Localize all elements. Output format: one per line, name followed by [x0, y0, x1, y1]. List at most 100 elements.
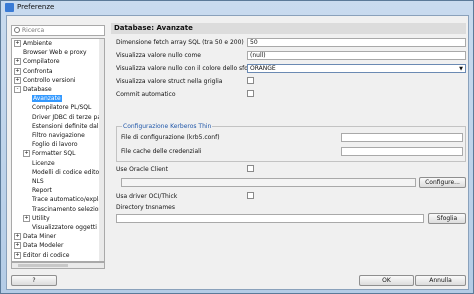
config-file-label: File di configurazione (krb5.conf)	[121, 134, 220, 141]
tree-item-label: Data Modeler	[23, 242, 64, 250]
tree-item[interactable]: Licenze	[23, 160, 55, 168]
title-bar[interactable]: Preferenze	[1, 1, 473, 14]
oci-driver-checkbox[interactable]	[247, 192, 254, 199]
tree-item-label: Ambiente	[23, 40, 52, 47]
oci-driver-label: Usa driver OCI/Thick	[116, 193, 178, 200]
expand-icon[interactable]: +	[23, 150, 30, 158]
tree-item[interactable]: Trace automatico/expla	[23, 196, 102, 204]
kerberos-group-title: Configurazione Kerberos Thin	[122, 123, 213, 130]
tree-item[interactable]: + Utility	[23, 214, 50, 223]
tree-item-label: Database	[23, 86, 52, 93]
tree-item-label: Confronta	[23, 67, 53, 75]
fetch-size-field[interactable]: 50	[247, 38, 466, 47]
expand-icon[interactable]: +	[14, 58, 21, 66]
null-display-field[interactable]: (null)	[247, 51, 466, 60]
tree-item-label: Report	[32, 187, 52, 195]
expand-icon[interactable]: +	[14, 76, 21, 84]
tree-vertical-scrollbar[interactable]	[99, 39, 104, 261]
settings-panel: Database: Avanzate Dimensione fetch arra…	[111, 23, 468, 263]
tree-item[interactable]: Compilatore PL/SQL	[23, 104, 91, 112]
configure-button[interactable]: Configure...	[419, 177, 466, 188]
tree-item-label: Browser Web e proxy	[23, 49, 87, 57]
tree-item[interactable]: Trascinamento selezion	[23, 206, 102, 214]
tree-item-label: Controllo versioni	[23, 76, 76, 84]
expand-icon[interactable]: +	[14, 40, 21, 47]
chevron-down-icon: ▼	[459, 66, 463, 72]
null-display-label: Visualizza valore nullo come	[116, 52, 201, 59]
cancel-button[interactable]: Annulla	[415, 275, 466, 286]
null-color-label: Visualizza valore nullo con il colore de…	[116, 65, 260, 72]
tree-item-label: Compilatore PL/SQL	[32, 104, 92, 112]
help-button[interactable]: ?	[11, 275, 57, 286]
credential-cache-label: File cache delle credenziali	[121, 148, 202, 155]
tree-item[interactable]: + Editor di codice	[14, 251, 70, 260]
preferences-window: Preferenze +AmbienteBrowser Web e proxy+…	[0, 0, 474, 294]
tree-item[interactable]: Avanzate	[23, 95, 62, 103]
tree-item-label: Trascinamento selezion	[32, 205, 103, 213]
tree-item[interactable]: NLS	[23, 178, 44, 186]
expand-icon[interactable]: +	[14, 233, 21, 241]
expand-icon[interactable]: +	[23, 214, 30, 222]
tree-item[interactable]: Foglio di lavoro	[23, 141, 78, 149]
search-box[interactable]	[11, 25, 105, 36]
tree-item-label: Foglio di lavoro	[32, 141, 78, 149]
expand-icon[interactable]: +	[14, 242, 21, 250]
oracle-client-checkbox[interactable]	[247, 165, 254, 172]
tree-item-label: Compilatore	[23, 58, 60, 66]
tree-item-label: Visualizzatore oggetti	[32, 224, 97, 231]
tree-item[interactable]: + Data Modeler	[14, 242, 63, 250]
scrollbar-thumb[interactable]	[18, 264, 68, 267]
null-color-value: ORANGE	[250, 65, 276, 72]
search-input[interactable]	[22, 26, 102, 35]
tree-item[interactable]: + Data Miner	[14, 233, 56, 241]
tree-item[interactable]: + Controllo versioni	[14, 76, 76, 85]
kerberos-group: Configurazione Kerberos Thin File di con…	[116, 123, 466, 162]
preferences-tree: + Ambiente Browser Web e proxy + Compilatore…	[11, 38, 105, 262]
struct-display-label: Visualizza valore struct nella griglia	[116, 78, 223, 85]
autocommit-label: Commit automatico	[116, 91, 176, 98]
struct-display-checkbox[interactable]	[247, 77, 254, 84]
tree-item-label: Modelli di codice editor	[32, 168, 102, 176]
tree-item[interactable]: - Database	[14, 86, 52, 94]
tree-item[interactable]: Modelli di codice editor	[23, 169, 102, 177]
config-file-field[interactable]	[341, 133, 463, 142]
tree-item-label: Editor di codice	[23, 251, 70, 259]
credential-cache-field[interactable]	[341, 147, 463, 156]
tree-item[interactable]: + Confronta	[14, 67, 53, 76]
app-icon	[5, 3, 14, 12]
tree-item-label: Driver JDBC di terze pa	[32, 113, 101, 121]
search-icon	[14, 27, 20, 33]
tree-item[interactable]: Visualizzatore oggetti	[23, 224, 97, 232]
window-title: Preferenze	[17, 3, 55, 11]
oracle-client-label: Use Oracle Client	[116, 166, 168, 173]
tree-item[interactable]: + Ambiente	[14, 40, 52, 48]
tnsnames-field[interactable]	[116, 214, 424, 223]
panel-title: Database: Avanzate	[111, 23, 466, 34]
autocommit-checkbox[interactable]	[247, 90, 254, 97]
tree-item-label: NLS	[32, 178, 44, 185]
tree-item[interactable]: Browser Web e proxy	[14, 49, 87, 57]
null-color-select[interactable]: ORANGE ▼	[247, 64, 466, 73]
oracle-client-path-field[interactable]	[121, 178, 416, 187]
expand-icon[interactable]: +	[14, 251, 21, 259]
tree-item[interactable]: Driver JDBC di terze pa	[23, 114, 101, 122]
collapse-icon[interactable]: -	[14, 86, 21, 93]
tree-item[interactable]: + Formatter SQL	[23, 150, 75, 158]
tree-item[interactable]: Filtro navigazione	[23, 132, 85, 140]
tree-item-label: Filtro navigazione	[32, 132, 85, 139]
tree-item-label: Formatter SQL	[32, 150, 76, 158]
tree-horizontal-scrollbar[interactable]	[11, 262, 105, 269]
fetch-size-label: Dimensione fetch array SQL (tra 50 e 200…	[116, 39, 244, 46]
tree-item-label: Avanzate	[32, 95, 62, 103]
browse-button[interactable]: Sfoglia	[428, 213, 466, 224]
tree-item-label: Trace automatico/expla	[32, 196, 103, 204]
expand-icon[interactable]: +	[14, 67, 21, 75]
tree-item-label: Estensioni definite dall'i	[32, 122, 104, 130]
tree-item-label: Data Miner	[23, 233, 57, 241]
tree-item[interactable]: Estensioni definite dall'i	[23, 123, 103, 131]
tree-item-label: Utility	[32, 214, 50, 222]
tree-item[interactable]: + Compilatore	[14, 58, 60, 66]
tree-item[interactable]: Report	[23, 187, 52, 195]
tree-item-label: Licenze	[32, 159, 55, 167]
ok-button[interactable]: OK	[359, 275, 414, 286]
